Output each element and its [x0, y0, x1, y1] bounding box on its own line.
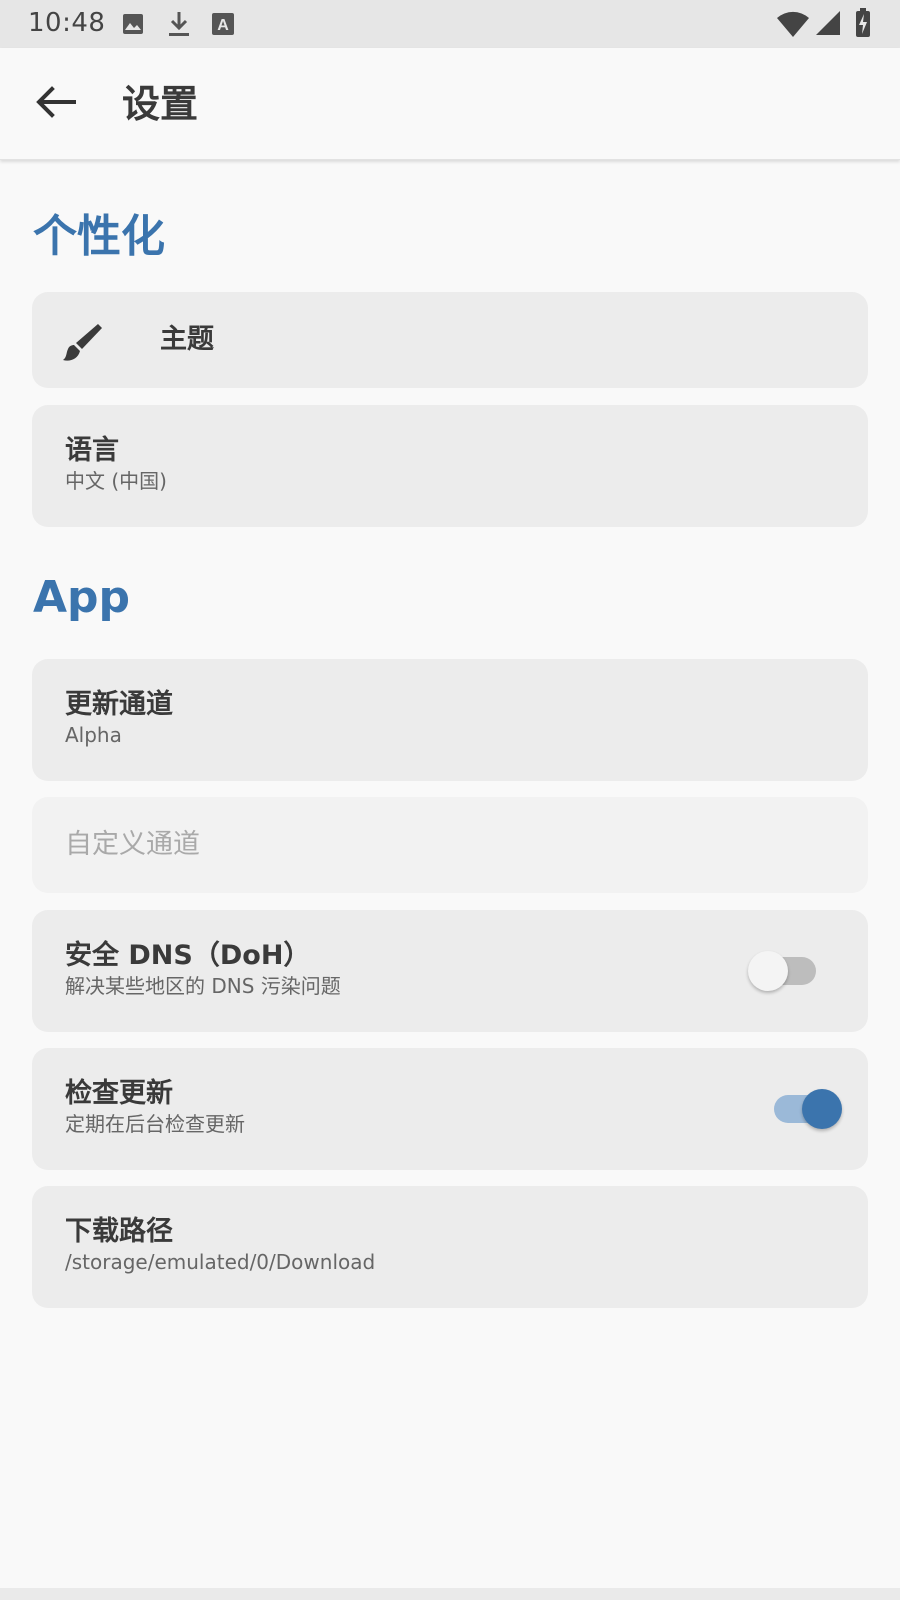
section-title-app: App [33, 572, 131, 623]
page-title: 设置 [122, 82, 199, 126]
image-icon [121, 12, 145, 40]
update-channel-value: Alpha [65, 723, 122, 747]
language-label: 语言 [65, 435, 119, 466]
check-updates-description: 定期在后台检查更新 [65, 1112, 245, 1136]
arrow-back-icon [36, 86, 76, 122]
download-path-setting[interactable]: 下载路径 /storage/emulated/0/Download [32, 1186, 868, 1308]
check-updates-toggle[interactable] [762, 1087, 842, 1131]
back-button[interactable] [28, 76, 84, 132]
language-setting[interactable]: 语言 中文 (中国) [32, 405, 868, 527]
section-title-personalization: 个性化 [33, 211, 165, 262]
secure-dns-toggle[interactable] [748, 949, 828, 993]
download-icon [166, 10, 192, 42]
check-updates-label: 检查更新 [65, 1078, 173, 1109]
status-bar: 10:48 A [0, 0, 900, 48]
svg-text:A: A [217, 17, 229, 34]
secure-dns-description: 解决某些地区的 DNS 污染问题 [65, 974, 341, 998]
app-bar: 设置 [0, 48, 900, 160]
cell-signal-icon [815, 10, 841, 40]
update-channel-label: 更新通道 [65, 689, 173, 720]
paintbrush-icon [60, 322, 102, 364]
secure-dns-setting[interactable]: 安全 DNS（DoH） 解决某些地区的 DNS 污染问题 [32, 910, 868, 1032]
update-channel-setting[interactable]: 更新通道 Alpha [32, 659, 868, 781]
switch-thumb [802, 1089, 842, 1129]
battery-charging-icon [855, 8, 871, 42]
custom-channel-label: 自定义通道 [65, 829, 200, 860]
wifi-icon [776, 10, 810, 42]
theme-label: 主题 [160, 324, 214, 355]
switch-thumb [748, 951, 788, 991]
download-path-label: 下载路径 [65, 1216, 173, 1247]
language-value: 中文 (中国) [65, 469, 167, 493]
secure-dns-label: 安全 DNS（DoH） [65, 940, 311, 971]
check-updates-setting[interactable]: 检查更新 定期在后台检查更新 [32, 1048, 868, 1170]
navigation-bar [0, 1588, 900, 1600]
theme-setting[interactable]: 主题 [32, 292, 868, 388]
text-box-icon: A [211, 12, 235, 40]
status-time: 10:48 [28, 8, 106, 38]
download-path-value: /storage/emulated/0/Download [65, 1250, 376, 1274]
custom-channel-setting: 自定义通道 [32, 797, 868, 893]
